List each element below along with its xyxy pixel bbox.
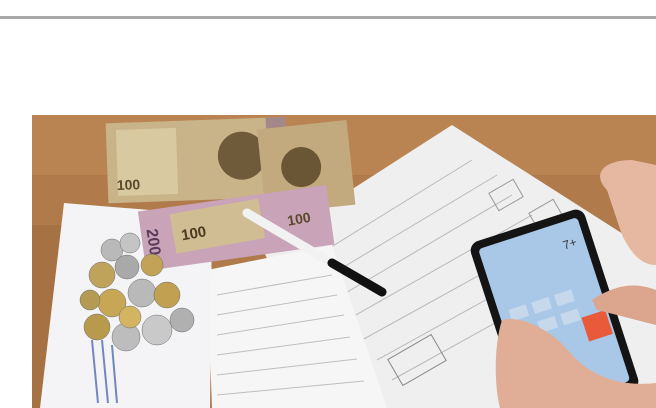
banknote-denomination: 100 xyxy=(117,176,141,193)
photo-money-bills-calculator: 100 200 100 100 7+ xyxy=(32,115,656,408)
top-divider xyxy=(0,16,656,19)
